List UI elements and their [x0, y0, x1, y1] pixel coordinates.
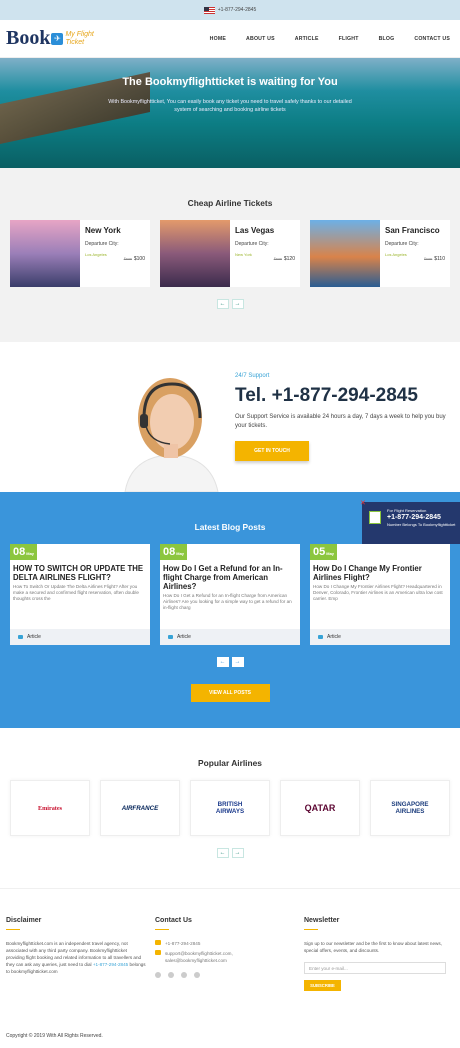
next-arrow-icon[interactable]: →: [231, 848, 244, 858]
post-date: 08May: [10, 544, 38, 560]
blog-post-card[interactable]: 05May How Do I Change My Frontier Airlin…: [310, 544, 450, 645]
airline-logo-emirates[interactable]: Emirates: [10, 780, 90, 836]
nav-flight[interactable]: FLIGHT: [339, 36, 359, 42]
hero-banner: The Bookmyflightticket is waiting for Yo…: [0, 58, 460, 168]
airlines-section: Popular Airlines Emirates AIRFRANCE BRIT…: [0, 728, 460, 888]
get-in-touch-button[interactable]: GET IN TOUCH: [235, 441, 309, 461]
nav-contact[interactable]: CONTACT US: [414, 36, 450, 42]
prev-arrow-icon[interactable]: ←: [216, 299, 229, 309]
support-description: Our Support Service is available 24 hour…: [235, 414, 446, 429]
widget-phone[interactable]: +1-877-294-2845: [387, 514, 456, 521]
post-excerpt: How Do I Change My Frontier Airlines Fli…: [313, 584, 443, 601]
newsletter-title: Newsletter: [304, 917, 340, 924]
post-date: 08May: [160, 544, 188, 560]
hero-text: With Bookmyflightticket, You can easily …: [108, 99, 352, 113]
header-nav: Book ✈ My Flight Ticket HOME ABOUT US ART…: [0, 20, 460, 58]
widget-note: Number Belongs To Bookmyflightticket: [387, 522, 456, 527]
flight-reservation-widget[interactable]: ✕ For Flight Reservation +1-877-294-2845…: [360, 499, 460, 544]
disclaimer-title: Disclaimer: [6, 917, 42, 924]
top-bar: +1-877-294-2845: [0, 0, 460, 20]
prev-arrow-icon[interactable]: ←: [216, 657, 229, 667]
post-tag[interactable]: Article: [327, 634, 341, 640]
ticket-city: Las Vegas: [235, 226, 275, 235]
newsletter-text: Sign up to our newsletter and be the fir…: [304, 941, 442, 953]
support-label: 24/7 Support: [235, 373, 270, 379]
main-menu: HOME ABOUT US ARTICLE FLIGHT BLOG CONTAC…: [190, 36, 450, 42]
top-phone[interactable]: +1-877-294-2845: [218, 7, 257, 13]
airlines-title: Popular Airlines: [198, 758, 262, 768]
airline-logo-qatar[interactable]: QATAR: [280, 780, 360, 836]
plane-icon: ✈: [51, 32, 64, 45]
mail-icon: [155, 950, 161, 955]
airline-logo-singapore[interactable]: SINGAPORE AIRLINES: [370, 780, 450, 836]
site-footer: Disclaimer Bookmyflightticket.com is an …: [0, 888, 460, 1020]
tag-icon: [18, 635, 23, 639]
next-arrow-icon[interactable]: →: [231, 657, 244, 667]
post-excerpt: How To Switch Or Update The Delta Airlin…: [13, 584, 139, 601]
ticket-price: From $100: [123, 256, 145, 262]
blog-post-card[interactable]: 08May HOW TO SWITCH OR UPDATE THE DELTA …: [10, 544, 150, 645]
tag-icon: [318, 635, 323, 639]
nav-about[interactable]: ABOUT US: [246, 36, 275, 42]
contact-phone[interactable]: +1-877-294-2845: [165, 940, 200, 947]
ticket-card-las-vegas[interactable]: Las Vegas Departure City: New York From $…: [160, 220, 300, 287]
nav-blog[interactable]: BLOG: [379, 36, 395, 42]
post-tag[interactable]: Article: [177, 634, 191, 640]
site-logo[interactable]: Book ✈ My Flight Ticket: [6, 27, 94, 50]
ticket-city: San Francisco: [385, 226, 440, 235]
support-section: 24/7 Support Tel. +1-877-294-2845 Our Su…: [0, 342, 460, 493]
ticket-price: From $110: [424, 256, 445, 262]
copyright: Copyright © 2019 With All Rights Reserve…: [6, 1033, 103, 1039]
contact-title: Contact Us: [155, 917, 192, 924]
ticket-label: Departure City:: [385, 241, 419, 247]
footer-newsletter: Newsletter Sign up to our newsletter and…: [304, 917, 454, 1020]
ticket-card-new-york[interactable]: New York Departure City: Los Angeles Fro…: [10, 220, 150, 287]
phone-icon: [155, 940, 161, 945]
newsletter-email-input[interactable]: Enter your e-mail...: [304, 962, 446, 974]
next-arrow-icon[interactable]: →: [231, 299, 244, 309]
contact-email[interactable]: support@bookmyflightticket.com, sales@bo…: [165, 950, 295, 964]
subscribe-button[interactable]: SUBSCRIBE: [304, 980, 341, 991]
blog-post-card[interactable]: 08May How Do I Get a Refund for an In-fl…: [160, 544, 300, 645]
hero-title: The Bookmyflightticket is waiting for Yo…: [122, 76, 338, 88]
close-icon[interactable]: ✕: [360, 499, 366, 507]
footer-contact: Contact Us +1-877-294-2845 support@bookm…: [155, 917, 295, 1020]
logo-text: Book: [6, 27, 51, 49]
new-york-image: [10, 220, 80, 287]
instagram-icon[interactable]: [194, 972, 200, 978]
us-flag-icon: [203, 6, 215, 14]
view-all-posts-button[interactable]: VIEW ALL POSTS: [190, 684, 270, 702]
ticket-price: From $120: [273, 256, 295, 262]
twitter-icon[interactable]: [168, 972, 174, 978]
nav-article[interactable]: ARTICLE: [295, 36, 319, 42]
prev-arrow-icon[interactable]: ←: [216, 848, 229, 858]
post-excerpt: How Do I Get a Refund for an In-flight C…: [163, 593, 292, 610]
tickets-title: Cheap Airline Tickets: [187, 198, 273, 208]
disclaimer-phone[interactable]: +1-877-294-2845: [93, 962, 128, 967]
widget-label: For Flight Reservation: [387, 508, 427, 513]
airline-logo-airfrance[interactable]: AIRFRANCE: [100, 780, 180, 836]
post-tag[interactable]: Article: [27, 634, 41, 640]
ticket-label: Departure City:: [235, 241, 269, 247]
disclaimer-text: Bookmyflightticket.com is an independent…: [6, 941, 146, 974]
cheap-tickets-section: Cheap Airline Tickets New York Departure…: [0, 168, 460, 342]
ticket-label: Departure City:: [85, 241, 119, 247]
san-francisco-image: [310, 220, 380, 287]
airline-logo-british-airways[interactable]: BRITISH AIRWAYS: [190, 780, 270, 836]
post-date: 05May: [310, 544, 338, 560]
nav-home[interactable]: HOME: [210, 36, 226, 42]
tag-icon: [168, 635, 173, 639]
las-vegas-image: [160, 220, 230, 287]
support-phone[interactable]: Tel. +1-877-294-2845: [235, 385, 450, 407]
logo-subtext: My Flight Ticket: [65, 30, 94, 46]
footer-disclaimer: Disclaimer Bookmyflightticket.com is an …: [6, 917, 146, 1020]
ticket-card-san-francisco[interactable]: San Francisco Departure City: Los Angele…: [310, 220, 450, 287]
phone-icon: [369, 511, 381, 524]
ticket-city: New York: [85, 226, 121, 235]
pinterest-icon[interactable]: [181, 972, 187, 978]
support-agent-image: [120, 370, 220, 493]
facebook-icon[interactable]: [155, 972, 161, 978]
